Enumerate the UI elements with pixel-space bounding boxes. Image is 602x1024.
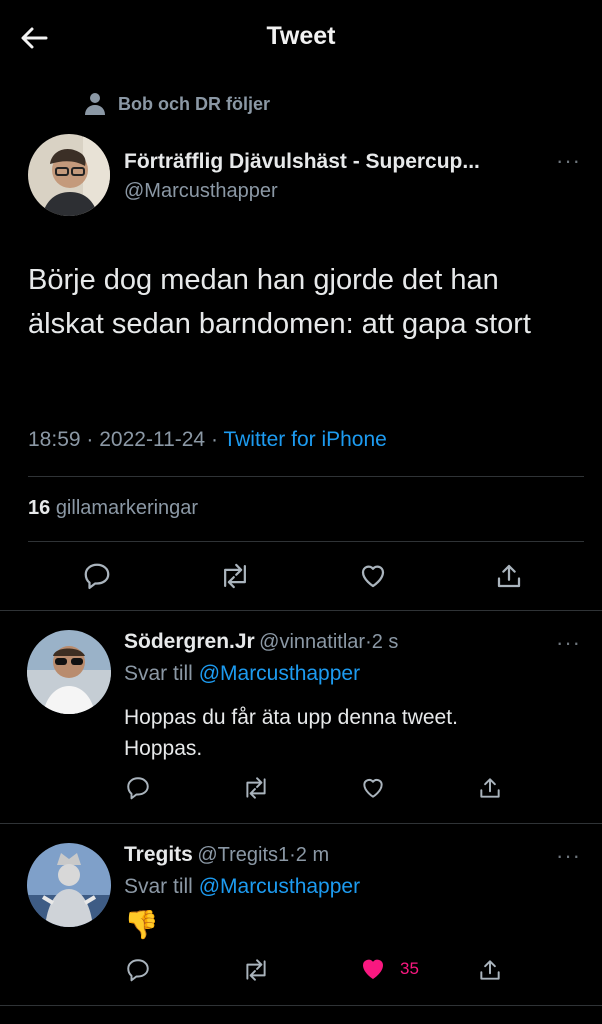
thumbs-down-emoji: 👎: [124, 909, 159, 940]
reply-icon[interactable]: [120, 770, 156, 806]
retweet-icon[interactable]: [238, 770, 274, 806]
divider: [28, 476, 584, 477]
separator: ·: [210, 428, 218, 451]
reply-to-mention[interactable]: @Marcusthapper: [199, 875, 360, 898]
reply-author-handle[interactable]: @vinnatitlar: [259, 631, 365, 653]
author-avatar[interactable]: [28, 134, 110, 216]
more-options-icon[interactable]: ···: [556, 148, 581, 174]
author-handle[interactable]: @Marcusthapper: [124, 180, 278, 203]
tweet-source-link[interactable]: Twitter for iPhone: [223, 428, 386, 451]
social-context: Bob och DR följer: [84, 92, 270, 116]
likes-summary[interactable]: 16 gillamarkeringar: [28, 497, 198, 520]
separator: ·: [365, 631, 372, 653]
separator: ·: [289, 844, 296, 866]
reply-to-line: Svar till @Marcusthapper: [124, 662, 360, 686]
reply-icon[interactable]: [79, 558, 115, 594]
social-context-label: Bob och DR följer: [118, 93, 270, 114]
person-icon: [85, 93, 105, 115]
retweet-icon[interactable]: [238, 952, 274, 988]
likes-count: 16: [28, 497, 51, 519]
reply-author-name[interactable]: Södergren.Jr: [124, 630, 255, 653]
reply-author-name[interactable]: Tregits: [124, 843, 193, 866]
share-icon[interactable]: [472, 770, 508, 806]
more-options-icon[interactable]: ···: [556, 630, 581, 656]
reply-to-prefix: Svar till: [124, 662, 193, 685]
likes-label: gillamarkeringar: [55, 497, 199, 519]
share-icon[interactable]: [472, 952, 508, 988]
reply-icon[interactable]: [120, 952, 156, 988]
like-icon[interactable]: [355, 770, 391, 806]
reply-avatar[interactable]: [27, 630, 111, 714]
reply-to-line: Svar till @Marcusthapper: [124, 875, 360, 899]
divider: [0, 1005, 602, 1006]
share-icon[interactable]: [491, 558, 527, 594]
like-filled-icon: [363, 959, 383, 979]
like-button[interactable]: 35: [358, 954, 419, 984]
reply-time: 2 s: [371, 631, 399, 653]
reply-text: Hoppas du får äta upp denna tweet. Hoppa…: [124, 702, 574, 764]
reply-time: 2 m: [295, 844, 330, 866]
page-title: Tweet: [266, 22, 336, 50]
divider: [0, 610, 602, 611]
tweet-date: 2022-11-24: [99, 428, 206, 451]
reply-to-mention[interactable]: @Marcusthapper: [199, 662, 360, 685]
tweet-text: Börje dog medan han gjorde det han älska…: [28, 264, 531, 340]
reply-author-handle[interactable]: @Tregits1: [197, 844, 289, 866]
reply-avatar[interactable]: [27, 843, 111, 927]
reply-text-line: Hoppas du får äta upp denna tweet.: [124, 706, 458, 729]
like-icon[interactable]: [355, 558, 391, 594]
reply-to-prefix: Svar till: [124, 875, 193, 898]
more-options-icon[interactable]: ···: [556, 843, 581, 869]
reply-header: Tregits @Tregits1·2 m: [124, 843, 329, 867]
separator: ·: [86, 428, 94, 451]
reply-text-line: Hoppas.: [124, 737, 203, 760]
tweet-time: 18:59: [28, 428, 81, 451]
like-count: 35: [400, 959, 419, 978]
divider: [28, 541, 584, 542]
reply-header: Södergren.Jr @vinnatitlar·2 s: [124, 630, 398, 654]
divider: [0, 823, 602, 824]
tweet-meta: 18:59 · 2022-11-24 · Twitter for iPhone: [28, 428, 387, 452]
author-name[interactable]: Förträfflig Djävulshäst - Supercup...: [124, 150, 480, 174]
retweet-icon[interactable]: [217, 558, 253, 594]
